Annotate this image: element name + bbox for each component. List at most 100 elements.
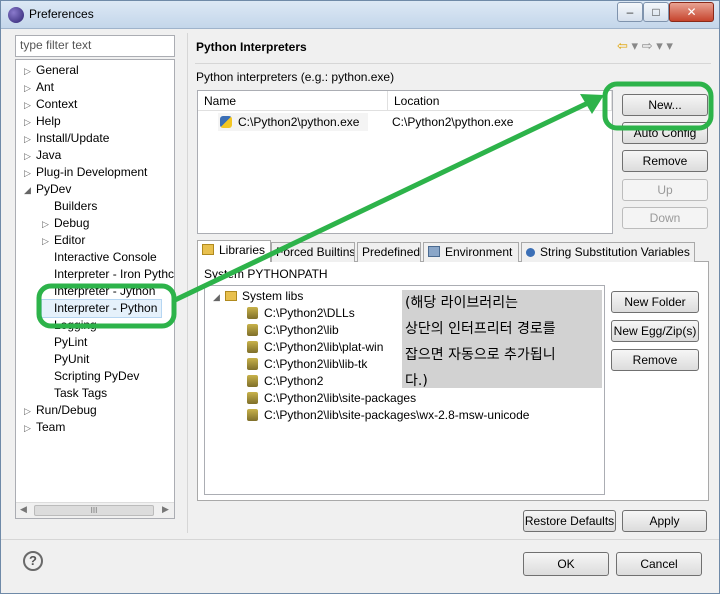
restore-defaults-button[interactable]: Restore Defaults (523, 510, 616, 532)
tree-item-task-tags[interactable]: Task Tags (42, 385, 107, 402)
tree-expander-icon[interactable]: ▷ (42, 233, 54, 250)
apply-button[interactable]: Apply (622, 510, 707, 532)
library-path-item[interactable]: C:\Python2\lib\site-packages (247, 390, 416, 407)
auto-config-button[interactable]: Auto Config (622, 122, 708, 144)
library-path-item[interactable]: C:\Python2\lib\plat-win (247, 339, 383, 356)
tree-item-label: Run/Debug (36, 403, 97, 417)
tree-expander-icon[interactable]: ▷ (24, 148, 36, 165)
tree-expander-icon[interactable]: ▷ (24, 403, 36, 420)
forward-dropdown-icon[interactable]: ▾ (656, 38, 663, 53)
tree-item-general[interactable]: ▷ General (24, 62, 79, 79)
back-dropdown-icon[interactable]: ▾ (632, 38, 639, 53)
tree-expander-icon[interactable]: ◢ (24, 182, 36, 199)
library-jar-icon (247, 409, 258, 421)
library-path-label: C:\Python2\lib\site-packages (264, 391, 417, 405)
tree-expander-icon[interactable]: ▷ (24, 63, 36, 80)
column-header-name[interactable]: Name (198, 91, 388, 111)
tree-item-scripting-pydev[interactable]: Scripting PyDev (42, 368, 139, 385)
tree-item-label: Builders (54, 199, 98, 213)
tree-item-install-update[interactable]: ▷ Install/Update (24, 130, 109, 147)
note-line: 상단의 인터프리터 경로를 (405, 321, 556, 337)
tree-item-debug[interactable]: ▷ Debug (42, 215, 89, 232)
down-button[interactable]: Down (622, 207, 708, 229)
tree-horizontal-scrollbar[interactable]: ◀ III ▶ (16, 502, 174, 518)
tree-item-label: Team (36, 420, 66, 434)
tree-item-label: Install/Update (36, 131, 110, 145)
view-menu-icon[interactable]: ▾ (666, 38, 673, 53)
back-arrow-icon[interactable]: ⇦ (617, 38, 628, 53)
tree-item-editor[interactable]: ▷ Editor (42, 232, 85, 249)
library-path-item[interactable]: C:\Python2\lib\lib-tk (247, 356, 367, 373)
tree-item-label: Task Tags (54, 386, 108, 400)
ok-button[interactable]: OK (523, 552, 609, 576)
library-path-label: C:\Python2\lib\plat-win (264, 340, 384, 354)
scroll-left-icon[interactable]: ◀ (20, 504, 27, 515)
filter-input[interactable]: type filter text (15, 35, 175, 57)
tree-item-builders[interactable]: Builders (42, 198, 97, 215)
remove-library-button[interactable]: Remove (611, 349, 699, 371)
new-interpreter-button[interactable]: New... (622, 94, 708, 116)
new-folder-button[interactable]: New Folder (611, 291, 699, 313)
tree-item-pylint[interactable]: PyLint (42, 334, 87, 351)
library-jar-icon (247, 324, 258, 336)
tree-item-context[interactable]: ▷ Context (24, 96, 77, 113)
library-jar-icon (247, 307, 258, 319)
tree-expander-icon[interactable]: ▷ (24, 420, 36, 437)
library-path-item[interactable]: C:\Python2 (247, 373, 323, 390)
scroll-right-icon[interactable]: ▶ (162, 504, 169, 515)
tree-item-interpreter-python[interactable]: Interpreter - Python (40, 299, 163, 318)
tree-item-label: Help (36, 114, 61, 128)
tab-string-substitution[interactable]: String Substitution Variables (521, 242, 695, 262)
minimize-button[interactable]: – (617, 2, 643, 22)
tree-expander-icon[interactable]: ▷ (24, 165, 36, 182)
note-line: 잡으면 자동으로 추가됩니 (405, 347, 556, 363)
tree-expander-icon[interactable]: ▷ (24, 97, 36, 114)
forward-arrow-icon[interactable]: ⇨ (642, 38, 653, 53)
tree-item-interpreter-jython[interactable]: Interpreter - Jython (42, 283, 155, 300)
close-button[interactable]: ✕ (669, 2, 714, 22)
tree-item-team[interactable]: ▷ Team (24, 419, 65, 436)
tree-item-java[interactable]: ▷ Java (24, 147, 61, 164)
tree-item-plug-in-development[interactable]: ▷ Plug-in Development (24, 164, 147, 181)
system-libs-node[interactable]: ◢ System libs (213, 288, 303, 305)
tree-item-ant[interactable]: ▷ Ant (24, 79, 54, 96)
tab-environment[interactable]: Environment (423, 242, 519, 262)
title-bar[interactable]: Preferences – □ ✕ (1, 1, 719, 29)
tree-expander-icon[interactable]: ▷ (24, 131, 36, 148)
page-title: Python Interpreters (196, 40, 307, 54)
up-button[interactable]: Up (622, 179, 708, 201)
tree-item-label: PyUnit (54, 352, 90, 366)
tree-item-help[interactable]: ▷ Help (24, 113, 61, 130)
tree-item-label: Scripting PyDev (54, 369, 140, 383)
tab-libraries[interactable]: Libraries (197, 240, 271, 262)
library-path-item[interactable]: C:\Python2\lib\site-packages\wx-2.8-msw-… (247, 407, 529, 424)
tree-item-pydev[interactable]: ◢ PyDev (24, 181, 71, 198)
collapse-icon[interactable]: ◢ (213, 289, 225, 306)
panel-divider[interactable] (187, 33, 188, 533)
tree-item-label: Editor (54, 233, 86, 247)
interpreter-name-cell[interactable]: C:\Python2\python.exe (218, 113, 368, 131)
column-header-location[interactable]: Location (388, 91, 612, 111)
tree-item-interactive-console[interactable]: Interactive Console (42, 249, 157, 266)
help-icon[interactable]: ? (23, 551, 43, 571)
maximize-button[interactable]: □ (643, 2, 669, 22)
tree-expander-icon[interactable]: ▷ (24, 80, 36, 97)
tree-item-run-debug[interactable]: ▷ Run/Debug (24, 402, 97, 419)
tree-item-label: Plug-in Development (36, 165, 148, 179)
library-path-label: C:\Python2\DLLs (264, 306, 355, 320)
interpreter-location-cell[interactable]: C:\Python2\python.exe (392, 113, 513, 131)
scroll-thumb[interactable]: III (34, 505, 154, 516)
library-path-item[interactable]: C:\Python2\lib (247, 322, 339, 339)
tree-expander-icon[interactable]: ▷ (24, 114, 36, 131)
library-path-item[interactable]: C:\Python2\DLLs (247, 305, 355, 322)
tree-item-pyunit[interactable]: PyUnit (42, 351, 89, 368)
cancel-button[interactable]: Cancel (616, 552, 702, 576)
tree-expander-icon[interactable]: ▷ (42, 216, 54, 233)
remove-interpreter-button[interactable]: Remove (622, 150, 708, 172)
tab-predefined[interactable]: Predefined (357, 242, 421, 262)
new-egg-zip-button[interactable]: New Egg/Zip(s) (611, 320, 699, 342)
tree-item-interpreter-iron-pythc[interactable]: Interpreter - Iron Pythc (42, 266, 174, 283)
tab-forced-builtins[interactable]: Forced Builtins (271, 242, 355, 262)
tree-item-logging[interactable]: Logging (42, 317, 97, 334)
note-line: 다.) (405, 373, 428, 389)
